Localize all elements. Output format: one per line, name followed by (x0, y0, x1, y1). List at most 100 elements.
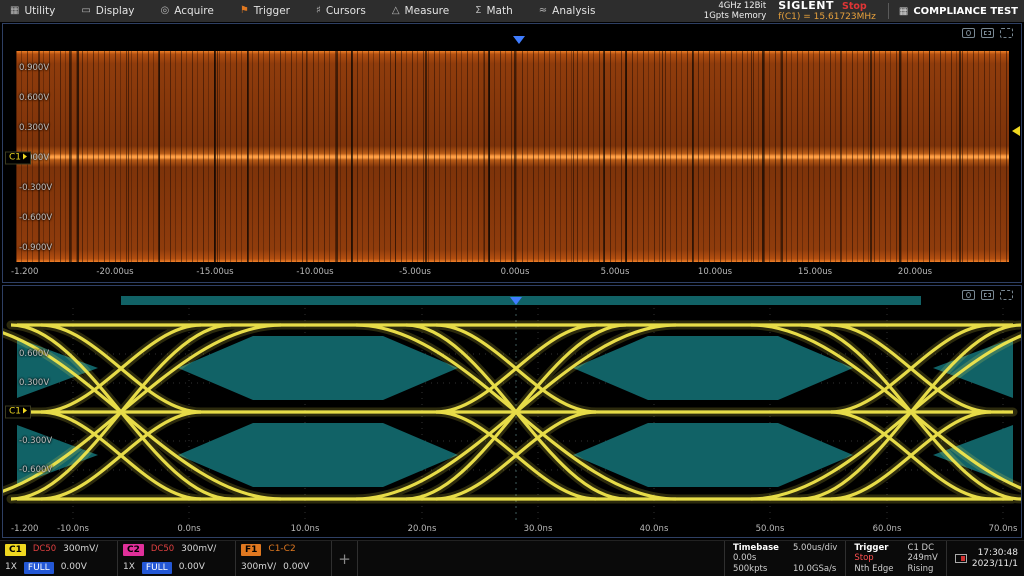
trigger-level-marker[interactable] (1012, 126, 1020, 136)
menu-measure[interactable]: Measure (392, 5, 449, 17)
brand-block: SIGLENT Stop f(C1) = 15.61723MHz (778, 0, 876, 23)
trigger-position-marker[interactable] (513, 36, 525, 44)
timebase-sample-rate: 10.0GSa/s (793, 564, 837, 575)
menu-label: Trigger (254, 5, 290, 17)
axis-label: 0.900V (19, 63, 49, 73)
main-waveform-panel: 0.900V 0.600V 0.300V 0.000V -0.300V -0.6… (2, 23, 1022, 283)
grid-icon (10, 6, 19, 16)
axis-label: 0.300V (19, 123, 49, 133)
trigger-status: Stop (854, 553, 893, 564)
trigger-flag-icon (240, 6, 249, 16)
menu-analysis[interactable]: Analysis (539, 5, 596, 17)
camera-icon[interactable] (962, 28, 975, 38)
channel-c1-tag[interactable]: C1 (5, 406, 31, 419)
timebase-title: Timebase (733, 543, 779, 554)
axis-label: 10.0ns (291, 524, 320, 534)
c2-badge: C2 (123, 544, 144, 556)
frequency-counter: f(C1) = 15.61723MHz (778, 12, 876, 23)
c2-probe: 1X (123, 561, 135, 574)
trigger-position-marker[interactable] (510, 297, 522, 305)
axis-label: 15.00us (798, 267, 832, 277)
axis-label: -10.0ns (57, 524, 89, 534)
f1-scale: 300mV/ (241, 561, 276, 574)
timebase-box[interactable]: Timebase 5.00us/div 0.00s 500kpts 10.0GS… (724, 541, 845, 576)
brand-logo: SIGLENT (778, 0, 834, 11)
menu-label: Measure (405, 5, 450, 17)
c1-badge: C1 (5, 544, 26, 556)
oscilloscope-screen: Utility Display Acquire Trigger Cursors … (0, 0, 1024, 576)
acquisition-waveform[interactable] (16, 51, 1009, 262)
display-icon (81, 6, 90, 16)
f1-offset: 0.00V (283, 561, 309, 574)
axis-label: 30.0ns (524, 524, 553, 534)
axis-label: 20.0ns (408, 524, 437, 534)
axis-label: 20.00us (898, 267, 932, 277)
f1-source: C1-C2 (268, 543, 295, 556)
axis-label: 0.600V (19, 349, 49, 359)
timebase-points: 500kpts (733, 564, 779, 575)
menu-display[interactable]: Display (81, 5, 134, 17)
c2-offset: 0.00V (179, 561, 205, 574)
axis-label: 0.300V (19, 378, 49, 388)
expand-icon[interactable] (1000, 290, 1013, 300)
menu-utility[interactable]: Utility (10, 5, 55, 17)
trigger-box[interactable]: Trigger C1 DC Stop 249mV Nth Edge Rising (845, 541, 946, 576)
statusbar-spacer (358, 541, 724, 576)
window-icon[interactable] (981, 290, 994, 300)
c2-scale: 300mV/ (181, 543, 216, 556)
eye-diagram-plot[interactable] (3, 286, 1022, 538)
menu-label: Utility (24, 5, 55, 17)
timebase-delay: 0.00s (733, 553, 779, 564)
menu-math[interactable]: Math (475, 5, 513, 17)
acquisition-status: Stop (842, 1, 867, 12)
axis-label: -0.900V (19, 243, 52, 253)
axis-label: 70.0ns (989, 524, 1018, 534)
axis-label: 0.600V (19, 93, 49, 103)
acquire-icon (161, 6, 170, 16)
menu-cursors[interactable]: Cursors (316, 5, 366, 17)
channel-c2-box[interactable]: C2 DC50 300mV/ 1X FULL 0.00V (118, 541, 236, 576)
timebase-scale: 5.00us/div (793, 543, 837, 554)
compliance-test-button[interactable]: COMPLIANCE TEST (888, 3, 1018, 19)
c1-bandwidth-badge: FULL (24, 562, 54, 574)
add-channel-button[interactable]: + (332, 541, 358, 576)
menu-acquire[interactable]: Acquire (161, 5, 214, 17)
c2-coupling: DC50 (151, 543, 174, 556)
c1-coupling: DC50 (33, 543, 56, 556)
measure-icon (392, 6, 400, 16)
trigger-level: 249mV (908, 553, 938, 564)
camera-icon[interactable] (962, 290, 975, 300)
axis-label: -0.600V (19, 213, 52, 223)
expand-icon[interactable] (1000, 28, 1013, 38)
axis-label: -0.300V (19, 183, 52, 193)
axis-label: 10.00us (698, 267, 732, 277)
channel-c1-tag[interactable]: C1 (5, 152, 31, 165)
menu-label: Cursors (326, 5, 366, 17)
axis-label: 40.0ns (640, 524, 669, 534)
axis-label: -5.00us (399, 267, 431, 277)
trigger-source: C1 DC (908, 543, 938, 554)
menu-trigger[interactable]: Trigger (240, 5, 290, 17)
menu-label: Display (96, 5, 135, 17)
lan-status-icon (955, 554, 967, 563)
channel-c1-box[interactable]: C1 DC50 300mV/ 1X FULL 0.00V (0, 541, 118, 576)
menu-bar: Utility Display Acquire Trigger Cursors … (0, 0, 1024, 22)
menu-label: Math (487, 5, 513, 17)
c1-offset: 0.00V (61, 561, 87, 574)
axis-label: 5.00us (601, 267, 630, 277)
date: 2023/11/1 (972, 559, 1018, 570)
axis-label: -10.00us (296, 267, 333, 277)
math-f1-box[interactable]: F1 C1-C2 300mV/ 0.00V (236, 541, 332, 576)
scope-specs: 4GHz 12Bit 1Gpts Memory (704, 1, 766, 21)
trigger-type: Nth Edge (854, 564, 893, 575)
axis-label: -0.600V (19, 465, 52, 475)
analysis-icon (539, 6, 547, 16)
trigger-title: Trigger (854, 543, 893, 554)
axis-label: -1.200 (11, 524, 38, 534)
axis-label: -15.00us (196, 267, 233, 277)
axis-label: -20.00us (96, 267, 133, 277)
window-icon[interactable] (981, 28, 994, 38)
eye-diagram-panel: 0.600V 0.300V -0.300V -0.600V -1.200 -10… (2, 285, 1022, 538)
time: 17:30:48 (972, 548, 1018, 559)
axis-label: 0.0ns (177, 524, 200, 534)
